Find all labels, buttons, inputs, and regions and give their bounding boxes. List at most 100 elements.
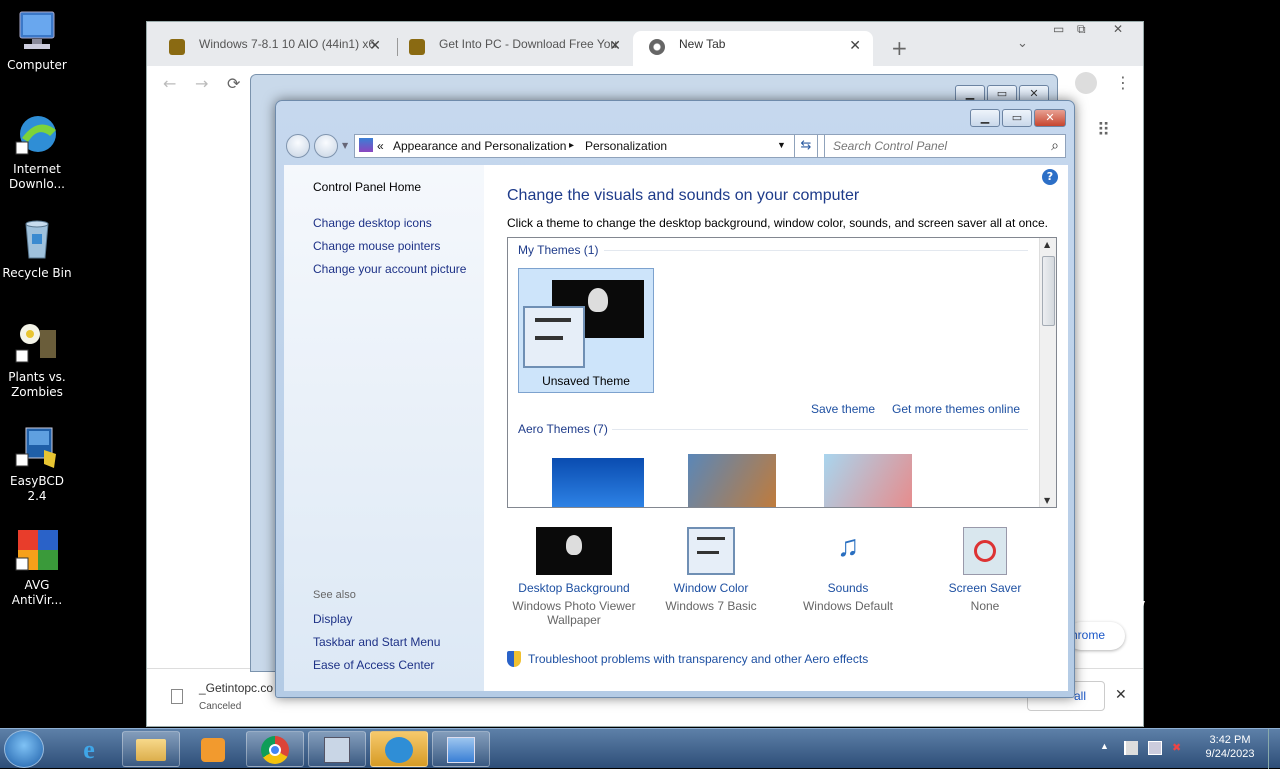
new-tab-button[interactable]: + (891, 36, 908, 60)
easybcd-icon (14, 424, 60, 470)
close-button[interactable]: ✕ (1113, 22, 1123, 36)
show-hidden-icons-icon[interactable]: ▲ (1100, 741, 1109, 751)
desktop-background-value: Windows Photo Viewer Wallpaper (512, 599, 636, 627)
troubleshoot-link[interactable]: Troubleshoot problems with transparency … (528, 652, 868, 666)
desktop-icon-easybcd[interactable]: EasyBCD 2.4 (0, 424, 74, 504)
taskbar-control-panel[interactable] (432, 731, 490, 767)
aero-theme-characters[interactable] (824, 454, 912, 507)
sounds-item[interactable]: ♫ Sounds Windows Default (778, 527, 918, 613)
internet-download-manager-icon (14, 112, 60, 158)
forward-icon[interactable]: → (195, 74, 208, 93)
search-icon[interactable]: ⌕ (1051, 137, 1059, 154)
reload-icon[interactable]: ⟳ (227, 74, 240, 93)
clock[interactable]: 3:42 PM 9/24/2023 (1196, 734, 1264, 760)
taskbar-media-player[interactable] (184, 731, 242, 767)
recent-pages-chevron-icon[interactable]: ▼ (342, 141, 348, 150)
start-button[interactable] (4, 730, 44, 768)
network-icon[interactable] (1148, 741, 1162, 755)
window-color-item[interactable]: Window Color Windows 7 Basic (641, 527, 781, 613)
get-more-themes-link[interactable]: Get more themes online (892, 402, 1020, 416)
close-button[interactable]: ✕ (1034, 109, 1066, 127)
scrollbar-thumb[interactable] (1042, 256, 1055, 326)
taskbar-internet-explorer[interactable]: e (60, 731, 118, 767)
tab-title: New Tab (679, 37, 726, 51)
desktop-icon-label: Recycle Bin (2, 266, 72, 280)
aero-theme-windows-7[interactable] (552, 458, 644, 507)
profile-avatar-icon[interactable] (1075, 72, 1097, 94)
display-link[interactable]: Display (313, 612, 352, 626)
control-panel-icon (359, 138, 373, 152)
desktop-icon-plants-vs-zombies[interactable]: Plants vs. Zombies (0, 320, 74, 400)
desktop-icon-computer[interactable]: Computer (0, 8, 74, 73)
apps-grid-icon[interactable]: ⠿ (1097, 120, 1110, 141)
menu-kebab-icon[interactable]: ⋮ (1115, 73, 1131, 92)
taskbar-explorer[interactable] (122, 731, 180, 767)
minimize-button[interactable]: ▭ (1053, 22, 1064, 36)
see-also-heading: See also (313, 589, 356, 601)
refresh-button[interactable]: ⇆ (794, 134, 818, 158)
save-theme-link[interactable]: Save theme (811, 402, 875, 416)
address-bar[interactable]: « Appearance and Personalization ▸ Perso… (354, 134, 844, 158)
taskbar-chrome[interactable] (246, 731, 304, 767)
tab-search-chevron-icon[interactable]: ⌄ (1017, 36, 1028, 51)
search-input[interactable]: Search Control Panel ⌕ (824, 134, 1066, 158)
getintopc-favicon-icon (409, 39, 425, 55)
theme-list-scrollbar[interactable]: ▲ ▼ (1039, 238, 1056, 507)
change-mouse-pointers-link[interactable]: Change mouse pointers (313, 239, 440, 253)
close-tab-icon[interactable]: ✕ (369, 37, 381, 54)
change-account-picture-link[interactable]: Change your account picture (313, 262, 466, 276)
desktop-background-item[interactable]: Desktop Background Windows Photo Viewer … (504, 527, 644, 627)
download-filename[interactable]: _Getintopc.co (199, 681, 273, 695)
desktop-icon-recycle-bin[interactable]: Recycle Bin (0, 216, 74, 281)
navigation-bar: ▼ « Appearance and Personalization ▸ Per… (284, 133, 1068, 159)
sounds-label: Sounds (827, 581, 869, 595)
back-button[interactable] (286, 134, 310, 158)
scroll-up-icon[interactable]: ▲ (1044, 240, 1050, 249)
chrome-tab[interactable]: Windows 7-8.1 10 AIO (44in1) x6 ✕ (153, 31, 393, 66)
forward-button[interactable] (314, 134, 338, 158)
volume-muted-icon[interactable]: ✖ (1172, 741, 1186, 755)
control-panel-home-link[interactable]: Control Panel Home (313, 180, 421, 194)
unsaved-theme-tile[interactable]: Unsaved Theme (518, 268, 654, 393)
chrome-icon-center (269, 744, 281, 756)
customize-chrome-button[interactable]: hrome (1067, 622, 1125, 650)
chrome-icon (261, 736, 289, 764)
maximize-button[interactable]: ▭ (1002, 109, 1032, 127)
back-icon[interactable]: ← (163, 74, 176, 93)
ease-of-access-link[interactable]: Ease of Access Center (313, 658, 434, 672)
window-color-value: Windows 7 Basic (665, 599, 757, 613)
close-tab-icon[interactable]: ✕ (849, 37, 861, 54)
chrome-tabstrip: Windows 7-8.1 10 AIO (44in1) x6 ✕ Get In… (147, 22, 1143, 66)
window-bar (697, 551, 719, 554)
action-center-flag-icon[interactable] (1124, 741, 1138, 755)
breadcrumb-appearance[interactable]: Appearance and Personalization (393, 139, 566, 153)
uac-shield-icon (507, 651, 521, 667)
desktop-icon-label: Plants vs. Zombies (8, 370, 66, 399)
close-downloads-bar-icon[interactable]: ✕ (1115, 687, 1127, 703)
aero-theme-architecture[interactable] (688, 454, 776, 507)
internet-explorer-icon: e (83, 735, 95, 764)
page-subtitle: Click a theme to change the desktop back… (507, 216, 1048, 230)
address-dropdown-icon[interactable]: ▼ (777, 140, 786, 150)
show-desktop-button[interactable] (1268, 729, 1280, 769)
taskbar-idm[interactable] (370, 731, 428, 767)
chrome-tab[interactable]: Get Into PC - Download Free You ✕ (393, 31, 633, 66)
breadcrumb-personalization[interactable]: Personalization (585, 139, 667, 153)
avg-antivirus-icon (14, 528, 60, 574)
breadcrumb-separator[interactable]: ▸ (569, 140, 574, 151)
control-panel-window: ▁ ▭ ✕ ▼ « Appearance and Personalization… (275, 100, 1075, 698)
screen-saver-item[interactable]: Screen Saver None (915, 527, 1055, 613)
taskbar-start-menu-link[interactable]: Taskbar and Start Menu (313, 635, 440, 649)
chrome-tab-active[interactable]: New Tab ✕ (633, 31, 873, 66)
close-tab-icon[interactable]: ✕ (609, 37, 621, 54)
unsaved-theme-label: Unsaved Theme (542, 374, 630, 388)
maximize-button[interactable]: ⧉ (1077, 22, 1086, 37)
change-desktop-icons-link[interactable]: Change desktop icons (313, 216, 432, 230)
desktop-icon-avg[interactable]: AVG AntiVir... (0, 528, 74, 608)
scroll-down-icon[interactable]: ▼ (1044, 496, 1050, 505)
help-icon[interactable]: ? (1042, 169, 1058, 185)
desktop-icon-idm[interactable]: Internet Downlo... (0, 112, 74, 192)
minimize-button[interactable]: ▁ (970, 109, 1000, 127)
breadcrumb-overflow-chevron[interactable]: « (377, 139, 384, 153)
taskbar-setup[interactable] (308, 731, 366, 767)
